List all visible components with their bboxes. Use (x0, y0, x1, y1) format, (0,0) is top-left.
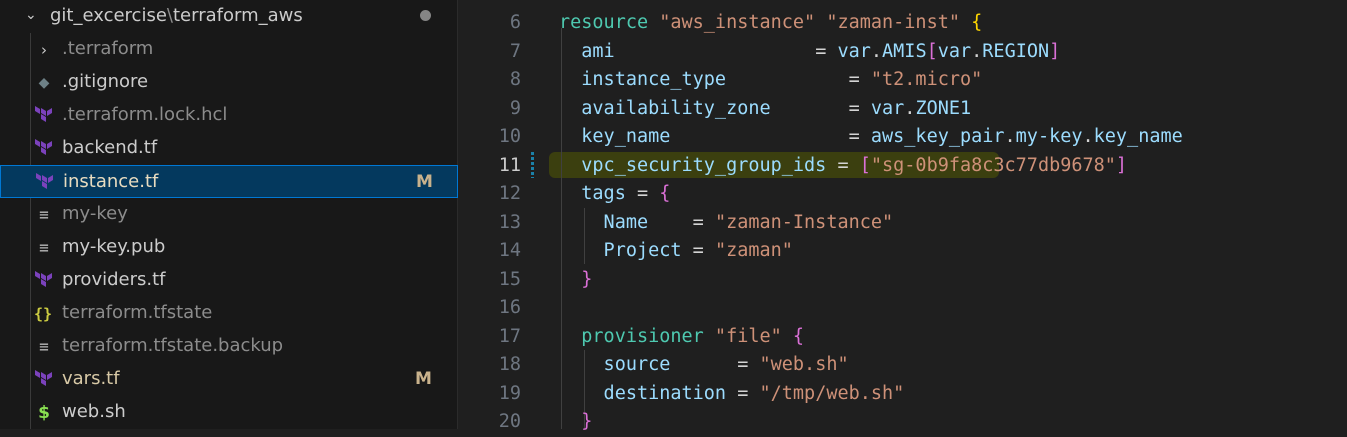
terraform-icon (35, 173, 55, 193)
text-file-icon: ≡ (39, 205, 49, 224)
file-explorer: ⌄ git_excercise\terraform_aws › .terrafor… (0, 0, 458, 429)
code-text: Name = "zaman-Instance" (559, 211, 894, 233)
subfolder-name: terraform_aws (172, 5, 303, 26)
line-number: 18 (498, 354, 521, 375)
code-text: vpc_security_group_ids = ["sg-0b9fa8c3c7… (559, 154, 1128, 176)
code-line[interactable]: 19 destination = "/tmp/web.sh" (459, 380, 1347, 409)
file-item[interactable]: ◆ .gitignore (0, 66, 458, 99)
line-number: 15 (498, 268, 521, 290)
code-text: resource "aws_instance" "zaman-inst" { (559, 12, 983, 33)
code-line[interactable]: 20 } (459, 408, 1347, 437)
code-line[interactable]: 12 tags = { (459, 180, 1347, 209)
file-name: terraform.tfstate.backup (62, 335, 284, 356)
line-number: 12 (498, 183, 521, 204)
file-item[interactable]: {} terraform.tfstate (0, 297, 458, 330)
git-icon: ◆ (38, 75, 50, 91)
code-line[interactable]: 9 availability_zone = var.ZONE1 (459, 95, 1347, 124)
code-editor[interactable]: 6 resource "aws_instance" "zaman-inst" { 7… (459, 0, 1347, 432)
file-item[interactable]: ≡ terraform.tfstate.backup (0, 330, 458, 363)
file-name: instance.tf (63, 171, 159, 192)
terraform-icon (34, 271, 54, 291)
code-line[interactable]: 11 vpc_security_group_ids = ["sg-0b9fa8c… (459, 152, 1347, 181)
file-name: .terraform.lock.hcl (62, 104, 228, 125)
file-name: my-key.pub (62, 236, 166, 257)
git-modified-badge: M (416, 172, 433, 192)
file-item[interactable]: ≡ my-key.pub (0, 231, 458, 264)
file-item[interactable]: vars.tf M (0, 363, 458, 396)
code-line[interactable]: 16 (459, 294, 1347, 323)
folder-name: git_excercise (50, 5, 167, 26)
code-text: Project = "zaman" (559, 240, 793, 261)
code-line[interactable]: 18 source = "web.sh" (459, 351, 1347, 380)
text-file-icon: ≡ (39, 238, 49, 257)
code-text: source = "web.sh" (559, 354, 849, 375)
code-line[interactable]: 14 Project = "zaman" (459, 237, 1347, 266)
code-line[interactable]: 15 } (459, 266, 1347, 295)
code-text: availability_zone = var.ZONE1 (559, 97, 972, 119)
terraform-icon (34, 106, 54, 126)
unsaved-dot-icon (420, 10, 431, 21)
terraform-icon (34, 139, 54, 159)
file-item[interactable]: $ web.sh (0, 396, 458, 429)
terraform-icon (34, 370, 54, 390)
code-text: instance_type = "t2.micro" (559, 69, 983, 90)
file-name: web.sh (62, 401, 126, 422)
line-number: 11 (498, 154, 521, 176)
file-name: .gitignore (62, 71, 149, 92)
line-number: 7 (509, 40, 521, 62)
code-text: destination = "/tmp/web.sh" (559, 382, 905, 404)
code-text: } (559, 268, 593, 290)
file-name: my-key (62, 203, 128, 224)
chevron-down-icon[interactable]: ⌄ (25, 7, 37, 23)
folder-header[interactable]: ⌄ git_excercise\terraform_aws (0, 0, 458, 33)
line-number: 13 (498, 211, 521, 233)
code-line[interactable]: 8 instance_type = "t2.micro" (459, 66, 1347, 95)
file-name: terraform.tfstate (62, 302, 213, 323)
code-text: provisioner "file" { (559, 325, 805, 347)
code-text: tags = { (559, 183, 671, 204)
folder-path: git_excercise\terraform_aws (50, 5, 303, 26)
line-number: 10 (498, 126, 521, 147)
code-text: ami = var.AMIS[var.REGION] (559, 40, 1061, 62)
file-name: backend.tf (62, 137, 158, 158)
line-number: 19 (498, 382, 521, 404)
shell-icon: $ (38, 403, 50, 423)
code-line[interactable]: 7 ami = var.AMIS[var.REGION] (459, 38, 1347, 67)
file-item[interactable]: instance.tf M (0, 165, 458, 198)
json-icon: {} (34, 305, 53, 323)
file-item[interactable]: ≡ my-key (0, 198, 458, 231)
line-number: 14 (498, 240, 521, 261)
code-line[interactable]: 6 resource "aws_instance" "zaman-inst" { (459, 9, 1347, 38)
file-name: .terraform (62, 38, 154, 59)
code-line[interactable]: 13 Name = "zaman-Instance" (459, 209, 1347, 238)
code-line[interactable]: 10 key_name = aws_key_pair.my-key.key_na… (459, 123, 1347, 152)
line-number: 9 (509, 97, 521, 119)
file-name: vars.tf (62, 368, 120, 389)
line-number: 8 (509, 69, 521, 90)
code-text: key_name = aws_key_pair.my-key.key_name (559, 126, 1183, 147)
file-item[interactable]: backend.tf (0, 132, 458, 165)
line-number: 6 (509, 12, 521, 33)
chevron-right-icon: › (41, 41, 47, 59)
line-number: 17 (498, 325, 521, 347)
file-item[interactable]: .terraform.lock.hcl (0, 99, 458, 132)
line-number: 16 (498, 297, 521, 318)
file-item[interactable]: providers.tf (0, 264, 458, 297)
git-modified-badge: M (415, 369, 432, 389)
file-name: providers.tf (62, 269, 166, 290)
file-item[interactable]: › .terraform (0, 33, 458, 66)
code-line[interactable]: 17 provisioner "file" { (459, 323, 1347, 352)
text-file-icon: ≡ (39, 337, 49, 356)
